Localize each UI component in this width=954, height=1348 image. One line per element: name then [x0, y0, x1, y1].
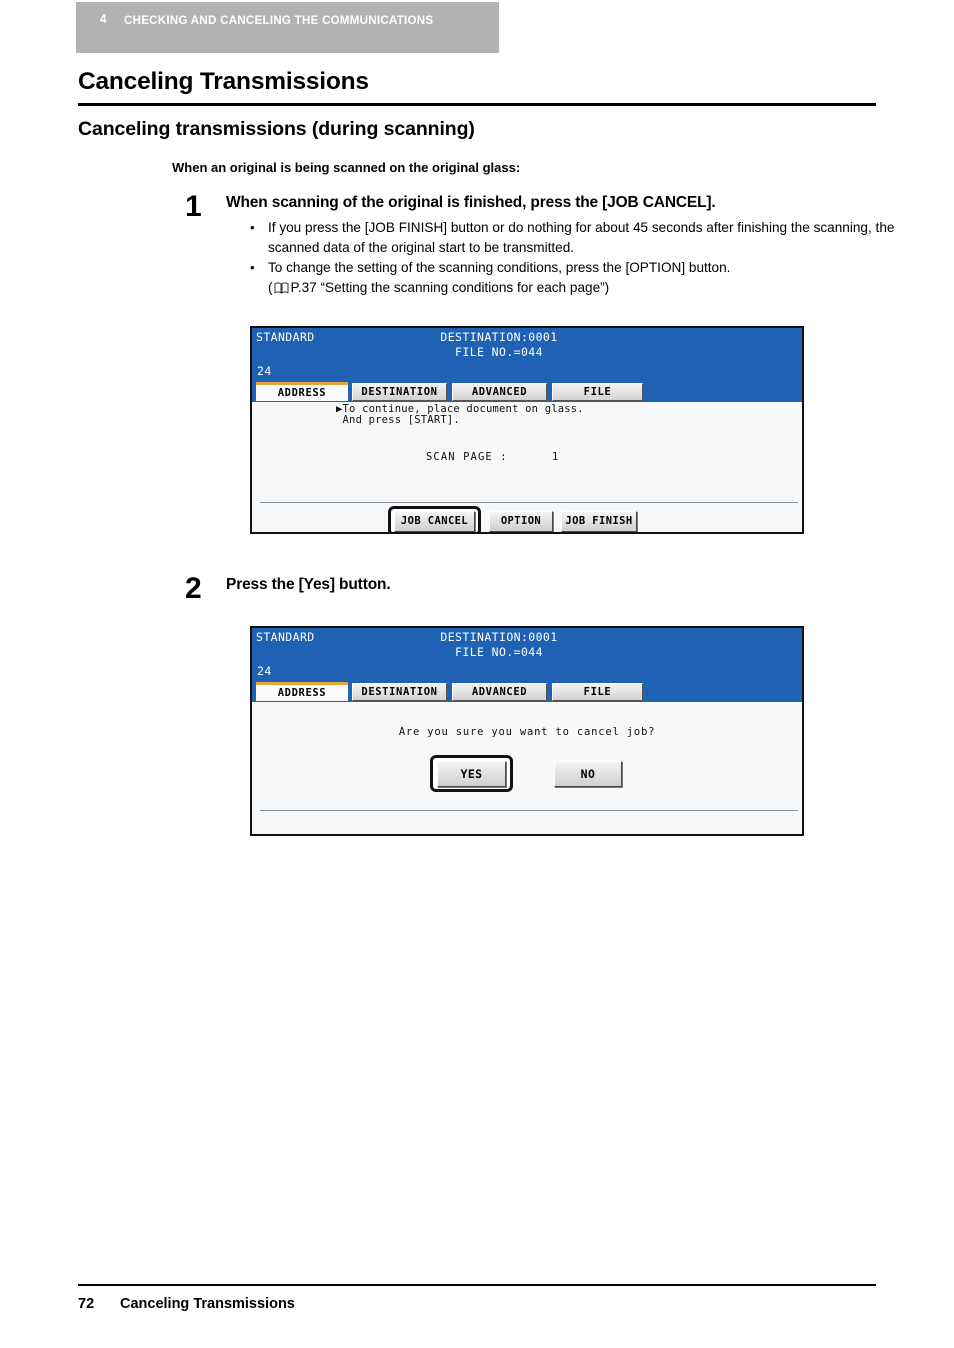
lcd-header: STANDARD DESTINATION:0001 FILE NO.=044 2…: [252, 628, 802, 682]
lcd-destination: DESTINATION:0001: [440, 630, 558, 644]
lcd-button-job-cancel[interactable]: JOB CANCEL: [394, 511, 475, 532]
lcd-tab-advanced[interactable]: ADVANCED: [452, 683, 547, 701]
step-1-heading: When scanning of the original is finishe…: [226, 194, 716, 211]
lcd-screen-cancel-confirmation: STANDARD DESTINATION:0001 FILE NO.=044 2…: [250, 626, 804, 836]
chapter-number: 4: [100, 14, 107, 26]
lcd-counter: 24: [257, 364, 272, 378]
lcd-button-job-finish[interactable]: JOB FINISH: [561, 511, 637, 532]
reference-open-paren: (: [268, 280, 273, 295]
section-heading: Canceling transmissions (during scanning…: [78, 118, 475, 140]
step-1-number: 1: [185, 190, 202, 223]
lcd-body: ▶To continue, place document on glass. A…: [252, 402, 802, 532]
title-rule: [78, 103, 876, 106]
footer-title: Canceling Transmissions: [120, 1296, 295, 1312]
lcd-button-yes[interactable]: YES: [437, 761, 506, 787]
lcd-tab-strip: ADDRESS DESTINATION ADVANCED FILE: [252, 382, 802, 402]
lead-note: When an original is being scanned on the…: [172, 160, 521, 175]
lcd-confirmation-prompt: Are you sure you want to cancel job?: [398, 726, 656, 738]
lcd-tab-address[interactable]: ADDRESS: [256, 382, 348, 401]
lcd-scan-page-value: 1: [552, 451, 560, 463]
bullet-text: To change the setting of the scanning co…: [268, 260, 731, 275]
lcd-counter: 24: [257, 664, 272, 678]
bullet-text: If you press the [JOB FINISH] button or …: [268, 220, 895, 255]
lcd-message-line-2: And press [START].: [336, 414, 460, 426]
lcd-header: STANDARD DESTINATION:0001 FILE NO.=044 2…: [252, 328, 802, 382]
lcd-button-no[interactable]: NO: [554, 761, 622, 787]
step-2-heading: Press the [Yes] button.: [226, 576, 391, 593]
bullet-marker: •: [250, 260, 255, 275]
lcd-file-number: FILE NO.=044: [455, 345, 543, 359]
lcd-tab-destination[interactable]: DESTINATION: [352, 383, 447, 401]
lcd-divider: [260, 810, 798, 811]
lcd-tab-file[interactable]: FILE: [552, 383, 643, 401]
lcd-tab-advanced[interactable]: ADVANCED: [452, 383, 547, 401]
chapter-title: CHECKING AND CANCELING THE COMMUNICATION…: [124, 15, 434, 27]
chapter-banner: 4 CHECKING AND CANCELING THE COMMUNICATI…: [76, 2, 499, 53]
footer-page-number: 72: [78, 1296, 95, 1312]
lcd-button-option[interactable]: OPTION: [489, 511, 553, 532]
lcd-tab-file[interactable]: FILE: [552, 683, 643, 701]
bullet-marker: •: [250, 220, 255, 235]
lcd-divider: [260, 502, 798, 503]
book-icon: [274, 280, 289, 294]
lcd-body: Are you sure you want to cancel job? YES…: [252, 702, 802, 834]
lcd-tab-strip: ADDRESS DESTINATION ADVANCED FILE: [252, 682, 802, 702]
footer-rule: [78, 1284, 876, 1286]
lcd-screen-scan-in-progress: STANDARD DESTINATION:0001 FILE NO.=044 2…: [250, 326, 804, 534]
page-title: Canceling Transmissions: [78, 68, 369, 95]
lcd-tab-destination[interactable]: DESTINATION: [352, 683, 447, 701]
step-1-bullet-2: • To change the setting of the scanning …: [250, 258, 895, 278]
lcd-destination: DESTINATION:0001: [440, 330, 558, 344]
step-2-number: 2: [185, 572, 202, 605]
lcd-scan-page-label: SCAN PAGE :: [426, 451, 508, 463]
step-1-bullet-1: • If you press the [JOB FINISH] button o…: [250, 218, 895, 257]
reference-text: P.37 “Setting the scanning conditions fo…: [290, 280, 610, 295]
lcd-tab-address[interactable]: ADDRESS: [256, 682, 348, 701]
lcd-file-number: FILE NO.=044: [455, 645, 543, 659]
step-1-reference: ( P.37 “Setting the scanning conditions …: [268, 278, 913, 298]
